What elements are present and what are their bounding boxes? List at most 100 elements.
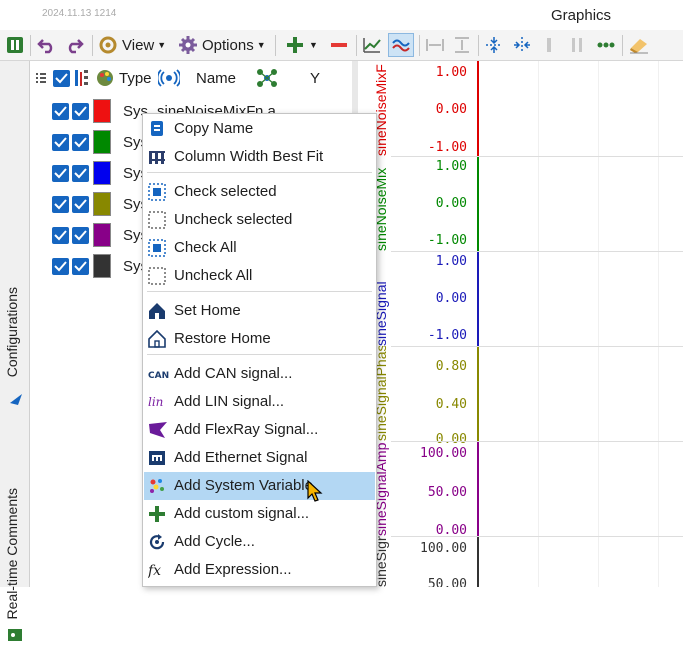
tab-real-time-comments[interactable]: Real-time Comments (4, 488, 20, 619)
type-column-header[interactable]: Type (119, 61, 152, 95)
plot-panel[interactable]: sineSignalFreq 100.00 50.00 (373, 536, 683, 587)
menu-item-add-system-variable[interactable]: Add System Variable (144, 472, 375, 500)
menu-item-uncheck-selected[interactable]: Uncheck selected (144, 206, 375, 234)
axis-tick-label: 50.00 (427, 485, 467, 500)
color-swatch[interactable] (93, 99, 111, 123)
plot-panel[interactable]: sineSignal 1.00 0.00 -1.00 (373, 251, 683, 346)
menu-item-column-width-best-fit[interactable]: Column Width Best Fit (144, 143, 375, 171)
menu-item-add-expression[interactable]: fx Add Expression... (144, 556, 375, 584)
svg-text:CAN: CAN (148, 371, 169, 381)
add-signal-button[interactable]: ▼ (282, 33, 322, 57)
cursor-single-icon[interactable] (538, 33, 560, 57)
remove-signal-button[interactable] (327, 33, 351, 57)
menu-item-add-flexray-signal[interactable]: Add FlexRay Signal... (144, 416, 375, 444)
more-icon[interactable] (594, 33, 618, 57)
restore-home-icon (148, 329, 166, 348)
menu-item-set-home[interactable]: Set Home (144, 297, 375, 325)
menu-item-label: Add CAN signal... (174, 365, 293, 382)
row-axis-checkbox[interactable] (72, 103, 89, 120)
row-selector-icon[interactable] (35, 61, 49, 95)
color-swatch[interactable] (93, 254, 111, 278)
options-menu[interactable]: Options ▼ (178, 33, 270, 57)
title-bar: 2024.11.13 1214 Graphics (0, 0, 683, 30)
menu-item-check-all[interactable]: Check All (144, 234, 375, 262)
axis-tick-label: 100.00 (420, 541, 467, 556)
redo-icon[interactable] (63, 33, 85, 57)
menu-item-uncheck-all[interactable]: Uncheck All (144, 262, 375, 290)
menu-item-add-ethernet-signal[interactable]: Add Ethernet Signal (144, 444, 375, 472)
row-visible-checkbox[interactable] (52, 134, 69, 151)
axis-tick-label: -1.00 (427, 140, 467, 155)
menu-item-add-cycle[interactable]: Add Cycle... (144, 528, 375, 556)
lin-icon: lin (148, 393, 166, 411)
side-tab-strip: Configurations Real-time Comments (0, 61, 30, 641)
cursor-double-icon[interactable] (566, 33, 588, 57)
check-selected-icon (148, 183, 166, 201)
fit-horizontal-icon[interactable] (423, 33, 447, 57)
row-visible-checkbox[interactable] (52, 227, 69, 244)
tab-configurations[interactable]: Configurations (4, 287, 20, 377)
row-axis-checkbox[interactable] (72, 196, 89, 213)
row-visible-checkbox[interactable] (52, 258, 69, 275)
menu-item-label: Add LIN signal... (174, 393, 285, 410)
line-chart-icon[interactable] (360, 33, 384, 57)
menu-item-label: Add FlexRay Signal... (174, 421, 319, 438)
menu-item-add-lin-signal[interactable]: lin Add LIN signal... (144, 388, 375, 416)
view-menu[interactable]: View ▼ (98, 33, 170, 57)
row-visible-checkbox[interactable] (52, 196, 69, 213)
configurations-icon (8, 391, 24, 411)
system-variable-icon (148, 477, 166, 495)
y-column-header[interactable]: Y (310, 61, 320, 95)
menu-separator (147, 172, 372, 173)
mouse-cursor-icon (307, 479, 325, 508)
multi-axis-icon[interactable] (388, 33, 414, 57)
context-menu: Copy Name Column Width Best Fit Check sele… (142, 113, 377, 587)
axis-tick-label: 1.00 (435, 65, 467, 80)
timestamp: 2024.11.13 1214 (42, 8, 117, 19)
row-axis-checkbox[interactable] (72, 258, 89, 275)
columns-icon (148, 148, 166, 166)
menu-item-add-can-signal[interactable]: CAN Add CAN signal... (144, 360, 375, 388)
sort-icon[interactable] (74, 61, 90, 95)
color-swatch[interactable] (93, 223, 111, 247)
plot-area[interactable]: sineNoiseMixF 1.00 0.00 -1.00 sineNoiseMix 1.… (373, 61, 683, 587)
color-swatch[interactable] (93, 192, 111, 216)
uncheck-all-icon (148, 267, 166, 285)
row-axis-checkbox[interactable] (72, 134, 89, 151)
axis-tick-label: 0.80 (435, 359, 467, 374)
check-all-header-checkbox[interactable] (53, 61, 70, 95)
plot-panel[interactable]: sineSignalPhas 0.80 0.40 0.00 (373, 346, 683, 447)
color-swatch[interactable] (93, 130, 111, 154)
menu-item-label: Uncheck selected (174, 211, 293, 228)
menu-item-copy-name[interactable]: Copy Name (144, 115, 375, 143)
menu-item-check-selected[interactable]: Check selected (144, 178, 375, 206)
axis-tick-label: 0.00 (435, 196, 467, 211)
name-column-header[interactable]: Name (196, 61, 236, 95)
pause-icon[interactable] (4, 33, 26, 57)
y-axis (477, 346, 479, 441)
fit-vertical-icon[interactable] (450, 33, 474, 57)
gear-icon (179, 36, 197, 54)
undo-icon[interactable] (36, 33, 58, 57)
plot-panel[interactable]: sineNoiseMixF 1.00 0.00 -1.00 (373, 61, 683, 156)
menu-item-add-custom-signal[interactable]: Add custom signal... (144, 500, 375, 528)
color-swatch[interactable] (93, 161, 111, 185)
row-axis-checkbox[interactable] (72, 165, 89, 182)
split-vertical-icon[interactable] (482, 33, 506, 57)
axis-tick-label: 0.40 (435, 397, 467, 412)
copy-icon (148, 120, 166, 138)
row-axis-checkbox[interactable] (72, 227, 89, 244)
plus-icon (148, 505, 166, 523)
menu-item-label: Add custom signal... (174, 505, 310, 522)
home-icon (148, 302, 166, 320)
menu-item-restore-home[interactable]: Restore Home (144, 325, 375, 353)
plot-panel[interactable]: sineNoiseMix 1.00 0.00 -1.00 (373, 156, 683, 251)
row-visible-checkbox[interactable] (52, 103, 69, 120)
eraser-icon[interactable] (626, 33, 652, 57)
y-axis (477, 441, 479, 536)
split-horizontal-icon[interactable] (510, 33, 534, 57)
axis-tick-label: -1.00 (427, 328, 467, 343)
row-visible-checkbox[interactable] (52, 165, 69, 182)
plot-panel[interactable]: sineSignalAmp 100.00 50.00 0.00 (373, 441, 683, 538)
ethernet-icon (148, 449, 166, 467)
